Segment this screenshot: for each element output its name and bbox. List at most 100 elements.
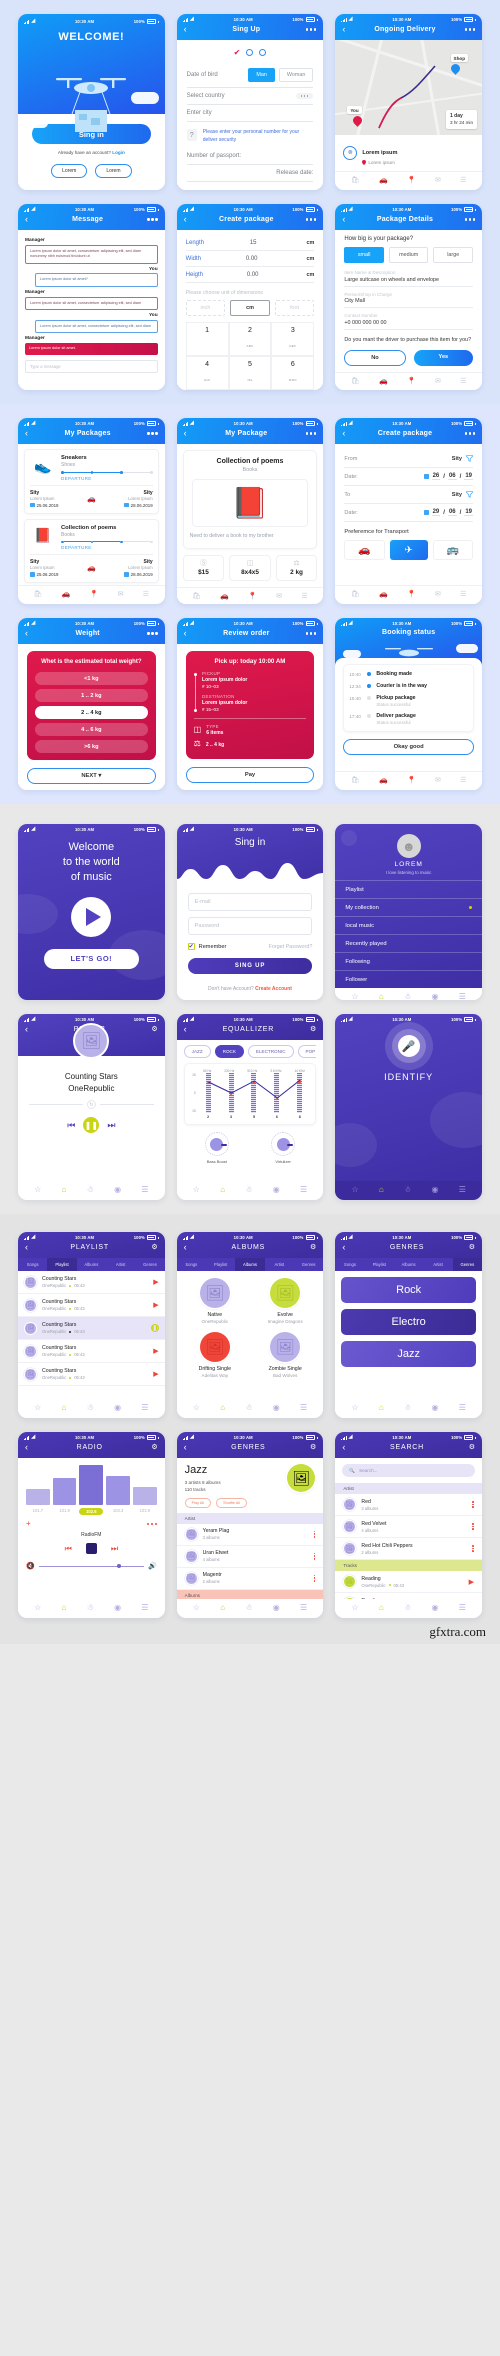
tab-bag-icon[interactable]: 🛍 <box>192 593 201 600</box>
tab-home-icon[interactable]: ⌂ <box>379 993 384 1001</box>
keypad-key[interactable]: 2 ABC <box>228 322 272 356</box>
tab-profile-icon[interactable]: ☃ <box>87 1186 94 1194</box>
menu-item-recently-played[interactable]: Recently played <box>335 934 482 952</box>
weight-option[interactable]: >6 kg <box>35 740 148 753</box>
kebab-icon[interactable] <box>313 1552 316 1560</box>
tab-bag-icon[interactable]: 🛍 <box>351 378 360 385</box>
tab-menu-icon[interactable]: ☰ <box>300 1404 307 1412</box>
tab-playlist[interactable]: Playlist <box>47 1258 77 1271</box>
play-button[interactable] <box>71 896 112 937</box>
prev-icon[interactable]: ⏮ <box>67 1120 75 1131</box>
tab-profile-icon[interactable]: ☃ <box>404 993 411 1001</box>
tab-mail-icon[interactable]: ✉ <box>276 593 282 600</box>
to-row[interactable]: To Sity <box>344 486 473 504</box>
tab-profile-icon[interactable]: ☃ <box>404 1186 411 1194</box>
tab-profile-icon[interactable]: ☃ <box>404 1604 411 1612</box>
genre-tile-jazz[interactable]: Jazz <box>341 1341 476 1367</box>
seek-bar[interactable]: ↻ <box>29 1100 154 1109</box>
forgot-password-link[interactable]: Forget Password? <box>269 944 313 950</box>
tab-star-icon[interactable]: ☆ <box>351 993 358 1001</box>
okay-button[interactable]: Okay good <box>343 739 474 755</box>
tab-menu-icon[interactable]: ☰ <box>460 177 466 184</box>
unit-cm-button[interactable]: cm <box>230 300 270 316</box>
gear-icon[interactable]: ⚙ <box>310 1244 316 1251</box>
more-icon[interactable] <box>305 632 317 635</box>
pause-icon[interactable]: ❚❚ <box>150 1324 159 1332</box>
play-icon[interactable]: ▶ <box>153 1301 158 1309</box>
tab-genres[interactable]: Genres <box>294 1258 323 1271</box>
keypad-key[interactable]: 5 JKL <box>228 356 272 390</box>
tab-location-icon[interactable]: 📍 <box>248 593 257 600</box>
play-icon[interactable]: ▶ <box>469 1578 474 1586</box>
more-icon[interactable] <box>147 432 158 435</box>
freq-bar[interactable] <box>79 1465 104 1505</box>
genre-tile-electro[interactable]: Electro <box>341 1309 476 1335</box>
tab-menu-icon[interactable]: ☰ <box>143 591 149 598</box>
freq-label-selected[interactable]: 102.6 <box>79 1508 104 1515</box>
tab-home-icon[interactable]: ⌂ <box>62 1604 67 1612</box>
date1-row[interactable]: Date: 26/ 06/ 19 <box>344 468 473 486</box>
tab-menu-icon[interactable]: ☰ <box>459 1604 466 1612</box>
unit-inch-button[interactable]: inch <box>185 300 226 316</box>
tab-star-icon[interactable]: ☆ <box>34 1186 41 1194</box>
tab-profile-icon[interactable]: ☃ <box>87 1604 94 1612</box>
gear-icon[interactable]: ⚙ <box>151 1026 157 1033</box>
message-input[interactable]: Type a message <box>25 359 158 373</box>
tab-playlist[interactable]: Playlist <box>206 1258 235 1271</box>
back-icon[interactable]: ‹ <box>25 1025 28 1034</box>
artist-row[interactable]: 🖼 Yeram Plag 3 albums <box>176 1524 324 1546</box>
prev-icon[interactable]: ⏮ <box>65 1544 72 1554</box>
volume-slider[interactable] <box>38 1563 144 1568</box>
menu-item-following[interactable]: Following <box>335 952 482 970</box>
transport-car-button[interactable]: 🚗 <box>344 540 385 560</box>
tab-radio-icon[interactable]: ◉ <box>431 1186 438 1194</box>
freq-bar[interactable] <box>26 1489 50 1505</box>
tab-artist[interactable]: Artist <box>423 1258 452 1271</box>
tab-star-icon[interactable]: ☆ <box>351 1186 358 1194</box>
tab-menu-icon[interactable]: ☰ <box>460 591 466 598</box>
more-icon[interactable] <box>305 218 317 221</box>
tab-mail-icon[interactable]: ✉ <box>435 591 441 598</box>
no-button[interactable]: No <box>344 349 406 366</box>
more-icon[interactable] <box>147 632 158 635</box>
tab-home-icon[interactable]: ⌂ <box>62 1186 67 1194</box>
tab-radio-icon[interactable]: ◉ <box>114 1604 121 1612</box>
volume-high-icon[interactable]: 🔊 <box>148 1562 157 1570</box>
back-icon[interactable]: ‹ <box>184 429 187 438</box>
tab-car-icon[interactable]: 🚗 <box>379 591 388 598</box>
back-icon[interactable]: ‹ <box>184 215 187 224</box>
volume-knob[interactable] <box>116 1563 121 1568</box>
tab-menu-icon[interactable]: ☰ <box>141 1404 148 1412</box>
tab-radio-icon[interactable]: ◉ <box>273 1604 280 1612</box>
filter-icon[interactable] <box>466 491 473 498</box>
tab-profile-icon[interactable]: ☃ <box>87 1404 94 1412</box>
back-icon[interactable]: ‹ <box>342 1243 345 1252</box>
tab-location-icon[interactable]: 📍 <box>407 378 416 385</box>
next-button[interactable]: NEXT ▾ <box>27 768 156 784</box>
back-icon[interactable]: ‹ <box>342 25 345 34</box>
gear-icon[interactable]: ⚙ <box>310 1444 316 1451</box>
artist-row[interactable]: 🖼 Red 3 albums <box>335 1494 482 1516</box>
weight-option[interactable]: 4 .. 6 kg <box>35 723 148 736</box>
tab-star-icon[interactable]: ☆ <box>34 1404 41 1412</box>
keypad-key[interactable]: 4 GHI <box>185 356 229 390</box>
person-shop-field[interactable]: Person/Shop in Charge City Mall <box>344 292 473 308</box>
tab-menu-icon[interactable]: ☰ <box>460 378 466 385</box>
back-icon[interactable]: ‹ <box>342 215 345 224</box>
back-icon[interactable]: ‹ <box>25 629 28 638</box>
genre-tile-rock[interactable]: Rock <box>341 1277 476 1303</box>
eq-tab-rock[interactable]: ROCK <box>214 1045 244 1058</box>
artist-row[interactable]: 🖼 Red Hot Chili Peppers 2 albums <box>335 1538 482 1560</box>
freq-label[interactable]: 101.9 <box>53 1508 77 1515</box>
back-icon[interactable]: ‹ <box>342 429 345 438</box>
filter-icon[interactable] <box>466 455 473 462</box>
tab-profile-icon[interactable]: ☃ <box>245 1604 252 1612</box>
weight-option[interactable]: 1 .. 2 kg <box>35 689 148 702</box>
list-item-active[interactable]: 🖼 Counting Stars OneRepublic 05:43 ❚❚ <box>18 1317 165 1340</box>
gear-icon[interactable]: ⚙ <box>469 1244 475 1251</box>
freq-bar[interactable] <box>106 1476 130 1505</box>
volume-low-icon[interactable]: 🔇 <box>26 1562 35 1570</box>
tab-mail-icon[interactable]: ✉ <box>435 177 441 184</box>
delivery-map[interactable]: Shop You 1 day 3 hr 24 min <box>335 40 482 135</box>
freq-label[interactable]: 103.3 <box>106 1508 130 1515</box>
